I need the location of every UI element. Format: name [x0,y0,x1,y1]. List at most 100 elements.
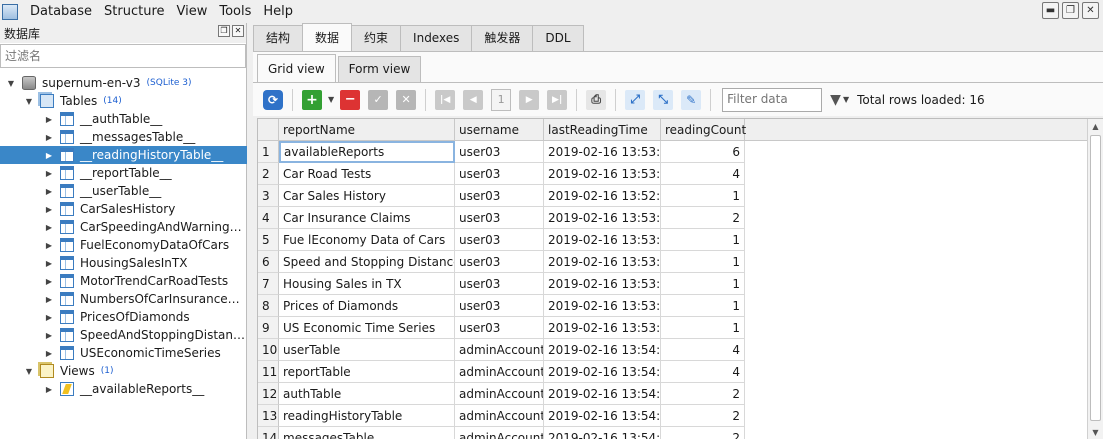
tab-triggers[interactable]: 触发器 [471,25,534,51]
table-cell[interactable]: user03 [455,295,544,317]
tab-ddl[interactable]: DDL [532,25,584,51]
next-page-icon[interactable]: ▶ [519,89,540,110]
table-row[interactable]: 6 Speed and Stopping Distances user03 2019-… [258,251,1088,273]
tree-table-item[interactable]: ▶ HousingSalesInTX [0,254,247,272]
collapsed-arrow-icon[interactable]: ▶ [44,313,54,322]
table-cell[interactable]: 4 [661,361,745,383]
collapsed-arrow-icon[interactable]: ▶ [44,349,54,358]
table-row[interactable]: 9 US Economic Time Series user03 2019-02-16… [258,317,1088,339]
vertical-scrollbar[interactable]: ▲ ▼ [1087,119,1103,439]
collapsed-arrow-icon[interactable]: ▶ [44,259,54,268]
table-cell[interactable]: 2 [661,405,745,427]
table-cell[interactable]: user03 [455,251,544,273]
table-row[interactable]: 7 Housing Sales in TX user03 2019-02-16 13:… [258,273,1088,295]
expanded-arrow-icon[interactable]: ▼ [24,367,34,376]
table-cell[interactable]: user03 [455,141,544,163]
table-cell[interactable]: userTable [279,339,455,361]
table-row[interactable]: 11 reportTable adminAccount 2019-02-16 13:5… [258,361,1088,383]
filter-icon[interactable]: ▼ [830,92,841,108]
close-panel-icon[interactable]: ✕ [232,25,244,37]
table-row[interactable]: 4 Car Insurance Claims user03 2019-02-16 13… [258,207,1088,229]
collapsed-arrow-icon[interactable]: ▶ [44,169,54,178]
table-cell[interactable]: 1 [661,229,745,251]
name-filter-field[interactable] [0,44,246,68]
add-row-icon[interactable]: + [302,89,322,110]
rollback-icon[interactable]: ✕ [396,89,417,110]
table-cell[interactable]: user03 [455,229,544,251]
tab-form-view[interactable]: Form view [337,56,422,82]
table-cell[interactable]: 2019-02-16 13:53:49 [544,141,661,163]
table-cell[interactable]: Prices of Diamonds [279,295,455,317]
tree-tables-group[interactable]: ▼ Tables (14) [0,92,247,110]
column-header[interactable]: reportName [279,119,455,141]
commit-icon[interactable]: ✓ [368,89,389,110]
table-cell[interactable]: adminAccount [455,383,544,405]
table-row[interactable]: 5 Fue lEconomy Data of Cars user03 2019-02-… [258,229,1088,251]
chevron-down-icon[interactable]: ▼ [843,95,849,104]
table-cell[interactable]: 1 [661,251,745,273]
table-cell[interactable]: user03 [455,163,544,185]
tree-table-item[interactable]: ▶ CarSalesHistory [0,200,247,218]
table-cell[interactable]: 1 [661,317,745,339]
table-row[interactable]: 13 readingHistoryTable adminAccount 2019-02… [258,405,1088,427]
table-cell[interactable]: Fue lEconomy Data of Cars [279,229,455,251]
collapsed-arrow-icon[interactable]: ▶ [44,205,54,214]
column-header[interactable]: username [455,119,544,141]
first-page-icon[interactable]: |◀ [435,89,456,110]
table-row[interactable]: 10 userTable adminAccount 2019-02-16 13:54:… [258,339,1088,361]
table-cell[interactable]: adminAccount [455,339,544,361]
tree-table-item[interactable]: ▶ CarSpeedingAndWarning… [0,218,247,236]
table-cell[interactable]: 2 [661,427,745,439]
expand-icon[interactable]: ⤢ [625,89,646,110]
collapsed-arrow-icon[interactable]: ▶ [44,223,54,232]
menu-help[interactable]: Help [257,0,299,23]
table-cell[interactable]: Car Road Tests [279,163,455,185]
table-cell[interactable]: Speed and Stopping Distances [279,251,455,273]
table-cell[interactable]: reportTable [279,361,455,383]
tab-structure[interactable]: 结构 [253,25,304,51]
menu-view[interactable]: View [171,0,214,23]
table-cell[interactable]: 2 [661,207,745,229]
table-row[interactable]: 12 authTable adminAccount 2019-02-16 13:54:… [258,383,1088,405]
refresh-icon[interactable]: ⟳ [263,89,283,110]
collapsed-arrow-icon[interactable]: ▶ [44,385,54,394]
table-cell[interactable]: US Economic Time Series [279,317,455,339]
tree-table-item[interactable]: ▶ __readingHistoryTable__ [0,146,247,164]
table-cell[interactable]: 2019-02-16 13:53:07 [544,295,661,317]
restore-icon[interactable]: ❐ [1062,2,1079,19]
tree-table-item[interactable]: ▶ __reportTable__ [0,164,247,182]
collapsed-arrow-icon[interactable]: ▶ [44,133,54,142]
table-cell[interactable]: Housing Sales in TX [279,273,455,295]
tree-table-item[interactable]: ▶ FuelEconomyDataOfCars [0,236,247,254]
chevron-down-icon[interactable]: ▼ [328,95,334,104]
filter-data-input[interactable] [727,88,820,109]
table-cell[interactable]: authTable [279,383,455,405]
table-cell[interactable]: 2019-02-16 13:53:13 [544,207,661,229]
float-panel-icon[interactable]: ❐ [218,25,230,37]
scrollbar-thumb[interactable] [1090,135,1101,421]
table-cell[interactable]: 2019-02-16 13:54:45 [544,427,661,439]
menu-tools[interactable]: Tools [213,0,257,23]
menu-structure[interactable]: Structure [98,0,170,23]
tab-data[interactable]: 数据 [302,23,353,51]
last-page-icon[interactable]: ▶| [547,89,568,110]
tab-grid-view[interactable]: Grid view [257,54,336,82]
table-cell[interactable]: 2019-02-16 13:53:48 [544,163,661,185]
page-number[interactable]: 1 [491,88,512,111]
table-cell[interactable]: 2019-02-16 13:53:04 [544,273,661,295]
collapsed-arrow-icon[interactable]: ▶ [44,241,54,250]
collapse-icon[interactable]: ⤡ [653,89,674,110]
tree-table-item[interactable]: ▶ MotorTrendCarRoadTests [0,272,247,290]
table-cell[interactable]: 2019-02-16 13:53:08 [544,317,661,339]
collapsed-arrow-icon[interactable]: ▶ [44,115,54,124]
table-row[interactable]: 8 Prices of Diamonds user03 2019-02-16 13:5… [258,295,1088,317]
previous-page-icon[interactable]: ◀ [463,89,484,110]
tree-table-item[interactable]: ▶ __userTable__ [0,182,247,200]
table-row[interactable]: 2Car Road Testsuser032019-02-16 13:53:48… [258,163,1088,185]
table-cell[interactable]: 4 [661,339,745,361]
collapsed-arrow-icon[interactable]: ▶ [44,331,54,340]
tree-table-item[interactable]: ▶ __authTable__ [0,110,247,128]
table-cell[interactable]: Car Sales History [279,185,455,207]
name-filter-input[interactable] [5,49,245,63]
table-row[interactable]: 14 messagesTable adminAccount 2019-02-16 13… [258,427,1088,439]
